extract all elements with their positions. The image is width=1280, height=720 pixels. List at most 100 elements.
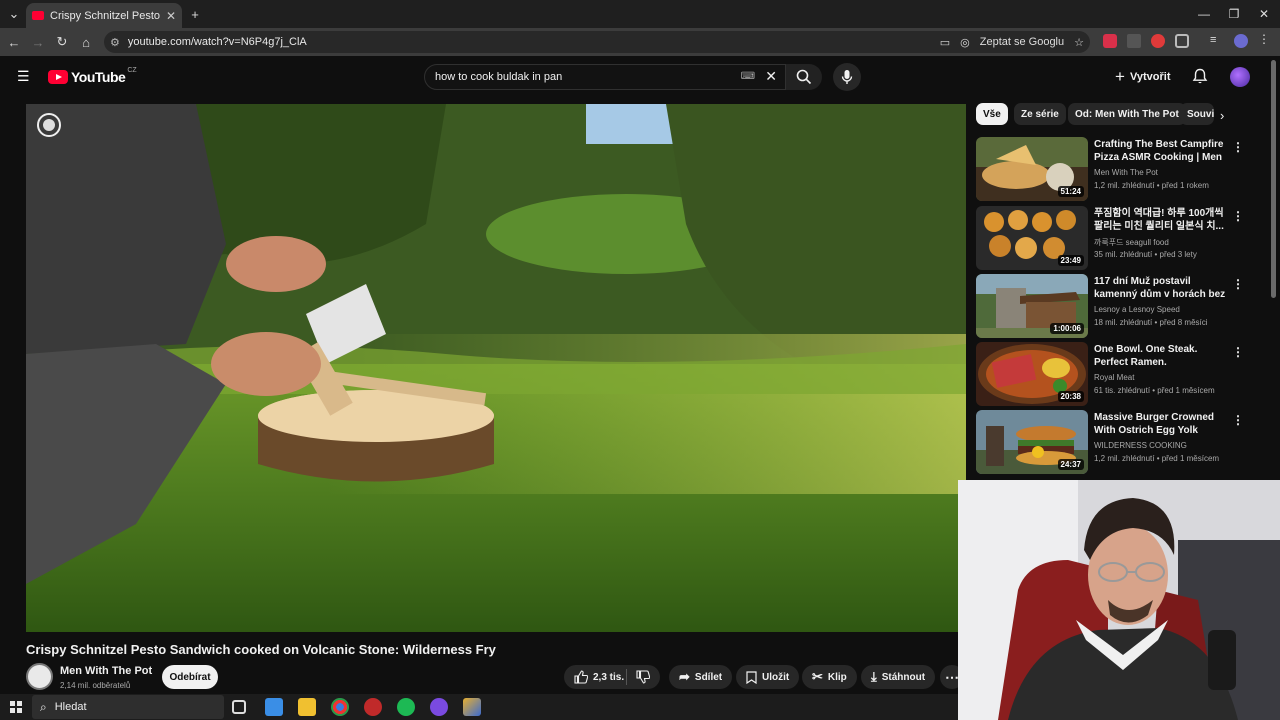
like-count: 2,3 tis. — [593, 671, 625, 683]
bookmark-star-icon[interactable]: ☆ — [1074, 36, 1084, 49]
more-options-icon[interactable]: ⋮ — [1232, 412, 1244, 428]
save-button[interactable]: Uložit — [736, 665, 800, 689]
recommendation-thumbnail[interactable]: 23:49 — [976, 206, 1088, 270]
new-tab-button[interactable]: + — [185, 4, 205, 24]
windows-start-icon[interactable] — [10, 701, 22, 713]
recommendation-item[interactable]: 1:00:06 117 dní Muž postavil kamenný dům… — [976, 274, 1266, 338]
recommendation-item[interactable]: 51:24 Crafting The Best Campfire Pizza A… — [976, 137, 1266, 201]
download-button[interactable]: ⤓ Stáhnout — [861, 665, 936, 689]
voice-search-button[interactable] — [833, 63, 861, 91]
recommendation-channel[interactable]: Royal Meat — [1094, 373, 1244, 382]
webcam-person-image — [958, 480, 1280, 720]
create-button[interactable]: + Vytvořit — [1115, 66, 1170, 88]
taskbar-search-input[interactable]: ⌕ Hledat — [32, 695, 224, 719]
chip-series[interactable]: Ze série — [1014, 103, 1066, 125]
video-duration: 20:38 — [1057, 391, 1084, 402]
restore-button[interactable]: ❐ — [1221, 4, 1247, 24]
recommendation-title[interactable]: 117 dní Muž postavil kamenný dům v horác… — [1094, 275, 1228, 302]
chips-next-chevron-icon[interactable]: › — [1220, 108, 1224, 123]
microphone-icon — [841, 70, 853, 84]
search-query: how to cook buldak in pan — [435, 71, 563, 83]
recommendation-thumbnail[interactable]: 20:38 — [976, 342, 1088, 406]
page-scrollbar[interactable] — [1271, 60, 1276, 298]
chip-related[interactable]: Souvisejí — [1180, 103, 1214, 125]
reading-list-icon[interactable]: ≡ — [1210, 34, 1226, 48]
address-bar[interactable]: ⚙ youtube.com/watch?v=N6P4g7j_ClA ▭ ◎ Ze… — [104, 31, 1090, 53]
reload-button[interactable]: ↻ — [52, 32, 72, 52]
more-options-icon[interactable]: ⋮ — [1232, 139, 1244, 155]
thumbs-down-icon — [636, 670, 651, 684]
youtube-logo[interactable]: YouTube CZ — [48, 67, 137, 85]
subscriber-count: 2,14 mil. odběratelů — [60, 681, 131, 690]
extensions-puzzle-icon[interactable] — [1175, 34, 1189, 48]
profile-avatar[interactable] — [1234, 34, 1248, 48]
video-duration: 24:37 — [1057, 459, 1084, 470]
home-button[interactable]: ⌂ — [76, 32, 96, 52]
recommendation-item[interactable]: 23:49 푸짐함이 역대급! 하루 100개씩 팔리는 미친 퀄리티 일본식 … — [976, 206, 1266, 270]
subscribe-button[interactable]: Odebírat — [162, 665, 218, 689]
clear-search-icon[interactable]: ✕ — [765, 68, 777, 85]
recommendation-meta: 61 tis. zhlédnutí • před 1 měsícem — [1094, 386, 1215, 395]
dislike-button[interactable] — [636, 670, 651, 687]
app-red-icon[interactable] — [364, 698, 382, 716]
task-view-icon[interactable] — [232, 700, 246, 714]
share-label: Sdílet — [694, 671, 723, 683]
more-options-icon[interactable]: ⋮ — [1232, 276, 1244, 292]
create-label: Vytvořit — [1129, 71, 1171, 83]
tab-close-icon[interactable]: ✕ — [166, 9, 176, 23]
recommendation-thumbnail[interactable]: 1:00:06 — [976, 274, 1088, 338]
recommendation-title[interactable]: 푸짐함이 역대급! 하루 100개씩 팔리는 미친 퀄리티 일본식 치... — [1094, 207, 1228, 233]
like-button[interactable]: 2,3 tis. — [574, 670, 624, 684]
more-options-icon[interactable]: ⋮ — [1232, 344, 1244, 360]
video-player[interactable] — [26, 104, 966, 632]
spotify-icon[interactable] — [397, 698, 415, 716]
cast-icon[interactable]: ▭ — [940, 36, 950, 49]
recommendation-channel[interactable]: Lesnoy a Lesnoy Speed — [1094, 305, 1244, 314]
recommendation-item[interactable]: 24:37 Massive Burger Crowned With Ostric… — [976, 410, 1266, 474]
forward-button[interactable]: → — [28, 32, 48, 52]
chip-from-channel[interactable]: Od: Men With The Pot — [1068, 103, 1186, 125]
extension-record-icon[interactable] — [1151, 34, 1165, 48]
recommendation-title[interactable]: Crafting The Best Campfire Pizza ASMR Co… — [1094, 138, 1228, 165]
menu-hamburger-icon[interactable]: ☰ — [17, 69, 31, 83]
recommendation-thumbnail[interactable]: 51:24 — [976, 137, 1088, 201]
notifications-bell-icon[interactable] — [1192, 68, 1208, 90]
extension-dropper-icon[interactable] — [1127, 34, 1141, 48]
app-multicolor-icon[interactable] — [463, 698, 481, 716]
recommendation-thumbnail[interactable]: 24:37 — [976, 410, 1088, 474]
recommendation-channel[interactable]: WILDERNESS COOKING — [1094, 441, 1244, 450]
lens-icon[interactable]: ◎ — [960, 36, 970, 49]
window-close-button[interactable]: ✕ — [1251, 4, 1277, 24]
chrome-icon[interactable] — [331, 698, 349, 716]
extension-red-icon[interactable] — [1103, 34, 1117, 48]
app-purple-icon[interactable] — [430, 698, 448, 716]
file-explorer-icon[interactable] — [298, 698, 316, 716]
chip-all[interactable]: Vše — [976, 103, 1008, 125]
recommendation-title[interactable]: Massive Burger Crowned With Ostrich Egg … — [1094, 411, 1228, 437]
account-avatar[interactable] — [1230, 67, 1250, 87]
search-input[interactable]: how to cook buldak in pan ⌨ ✕ — [424, 64, 786, 90]
recommendation-item[interactable]: 20:38 One Bowl. One Steak. Perfect Ramen… — [976, 342, 1266, 406]
back-button[interactable]: ← — [4, 32, 24, 52]
clip-button[interactable]: ✂ Klip — [802, 665, 857, 689]
tab-title: Crispy Schnitzel Pesto Sandwich — [50, 9, 162, 22]
save-label: Uložit — [762, 671, 790, 683]
browser-menu-icon[interactable]: ⋮ — [1258, 32, 1272, 46]
recommendation-channel[interactable]: 까룩푸드 seagull food — [1094, 237, 1244, 248]
youtube-header: ☰ YouTube CZ how to cook buldak in pan ⌨… — [0, 56, 1280, 98]
site-info-icon[interactable]: ⚙ — [110, 36, 120, 49]
bookmark-icon — [746, 670, 757, 684]
ask-google-label[interactable]: Zeptat se Googlu — [980, 36, 1064, 48]
recommendation-title[interactable]: One Bowl. One Steak. Perfect Ramen. — [1094, 343, 1228, 369]
channel-name[interactable]: Men With The Pot — [60, 665, 152, 677]
browser-tab[interactable]: Crispy Schnitzel Pesto Sandwich ✕ — [26, 3, 182, 28]
tab-search-icon[interactable]: ⌄ — [4, 4, 24, 24]
channel-avatar[interactable] — [26, 663, 53, 690]
recommendation-channel[interactable]: Men With The Pot — [1094, 168, 1244, 177]
minimize-button[interactable]: — — [1191, 4, 1217, 24]
more-options-icon[interactable]: ⋮ — [1232, 208, 1244, 224]
keyboard-icon[interactable]: ⌨ — [741, 71, 755, 82]
microsoft-store-icon[interactable] — [265, 698, 283, 716]
share-button[interactable]: ➦ Sdílet — [669, 665, 733, 689]
search-button[interactable] — [786, 64, 822, 90]
